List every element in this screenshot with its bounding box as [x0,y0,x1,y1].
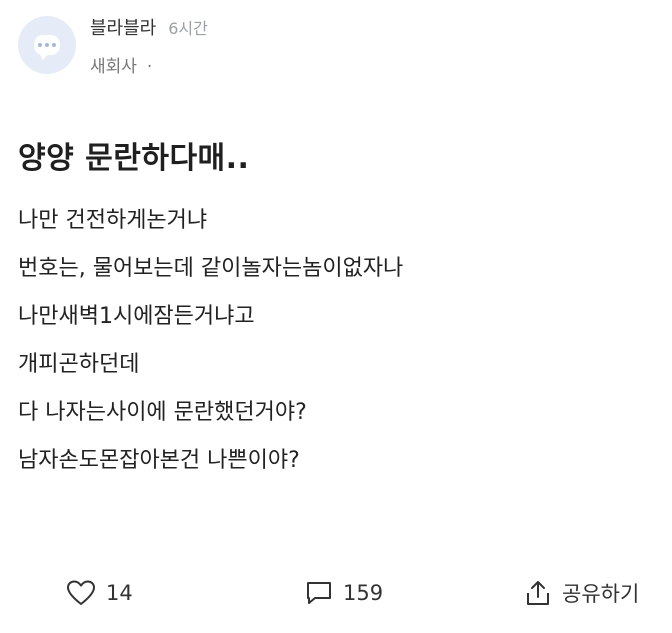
post-line: 나만 건전하게논거냐 [18,208,208,233]
share-label: 공유하기 [562,582,640,606]
chat-bubble-icon [34,35,60,60]
post-line: 남자손도몬잡아본건 나쁜이야? [18,448,300,473]
heart-icon [67,580,95,605]
comment-count: 159 [343,581,384,605]
post-line: 다 나자는사이에 문란했던거야? [18,400,307,425]
company-name[interactable]: 새회사 [90,57,137,77]
post-line: 개피곤하던데 [18,352,140,377]
share-button[interactable]: 공유하기 [524,570,639,616]
share-icon [527,581,549,605]
separator-dot: · [146,57,153,77]
like-button[interactable]: 14 [66,570,133,616]
post-line: 번호는, 물어보는데 같이놀자는놈이없자나 [18,256,404,281]
like-count: 14 [106,581,133,605]
comment-icon [307,582,331,604]
post-line: 나만새벽1시에잠든거냐고 [18,304,255,329]
post-time: 6시간 [168,19,208,38]
company-label: 새회사 · [90,52,208,77]
post-actions: 14 159 공유하기 [0,570,672,616]
post-meta: 블라블라 6시간 새회사 · [90,14,208,77]
avatar[interactable] [18,16,76,74]
comment-button[interactable]: 159 [305,570,383,616]
post-title: 양양 문란하다매.. [18,141,250,176]
author-name[interactable]: 블라블라 [90,14,156,40]
post-header: 블라블라 6시간 새회사 · [18,14,208,77]
post-body: 나만 건전하게논거냐 번호는, 물어보는데 같이놀자는놈이없자나 나만새벽1시에… [18,197,403,485]
